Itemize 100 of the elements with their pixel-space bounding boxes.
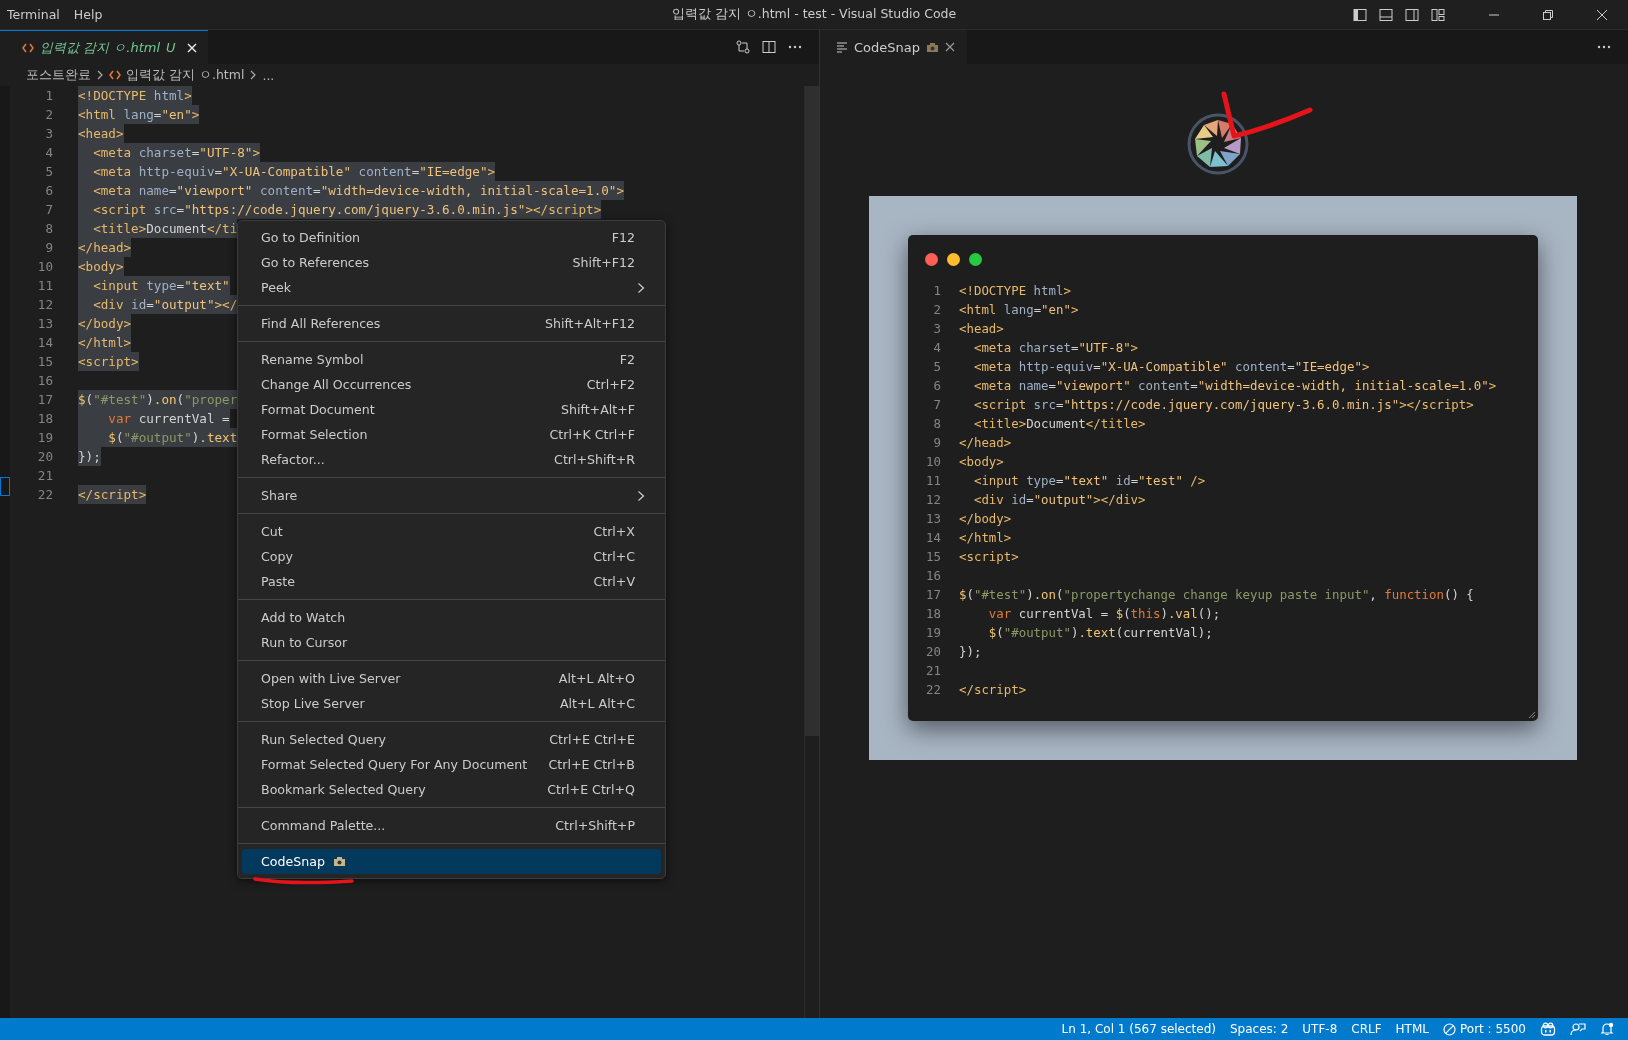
line-number: 10 [37, 258, 53, 276]
line-number: 1 [932, 282, 941, 300]
menu-item[interactable]: Format Selection Ctrl+K Ctrl+F [242, 422, 661, 447]
menu-item[interactable]: Command Palette... Ctrl+Shift+P [242, 813, 661, 838]
cursor-marker [0, 477, 10, 496]
no-entry-icon [1443, 1022, 1456, 1036]
panel-toggle-icon[interactable] [1378, 6, 1394, 23]
menu-item[interactable]: Terminal [7, 7, 60, 22]
line-number: 4 [932, 339, 941, 357]
status-item[interactable]: Port : 5500 [1443, 1022, 1526, 1036]
line-number: 8 [45, 220, 53, 238]
layout-icon[interactable] [1430, 6, 1446, 23]
close-dot [925, 253, 938, 266]
compare-changes-icon[interactable] [735, 39, 751, 55]
breadcrumb-item[interactable]: 입력값 감지 ㅇ.html [126, 66, 245, 84]
line-number: 6 [932, 377, 941, 395]
code-line: <title>Document</title> [972, 415, 1146, 433]
code-line: <script src="https://code.jquery.com/jquery-3.6.0.min.js"></script> [972, 396, 1474, 414]
status-item[interactable]: UTF-8 [1302, 1022, 1338, 1036]
line-number: 11 [925, 472, 941, 490]
menu-item[interactable]: Paste Ctrl+V [242, 569, 661, 594]
menu-item[interactable]: Run to Cursor [242, 630, 661, 655]
code-line: <script> [959, 548, 1019, 566]
split-layout-icon[interactable] [1404, 6, 1420, 23]
window-title: 입력값 감지 ㅇ.html - test - Visual Studio Code [671, 6, 957, 23]
menu-item[interactable]: Bookmark Selected Query Ctrl+E Ctrl+Q [242, 777, 661, 802]
code-line: var currentVal = $(this).val(); [987, 605, 1221, 623]
status-item[interactable]: Ln 1, Col 1 (567 selected) [1061, 1022, 1216, 1036]
status-item[interactable]: HTML [1395, 1022, 1429, 1036]
line-number: 11 [37, 277, 53, 295]
menu-item[interactable]: Open with Live Server Alt+L Alt+O [242, 666, 661, 691]
code-line: <div id="output"></div> [972, 491, 1146, 509]
line-number: 12 [925, 491, 941, 509]
bell-icon[interactable] [1600, 1022, 1614, 1036]
breadcrumb-item[interactable]: ... [262, 67, 275, 83]
menu-item[interactable]: Peek [242, 275, 661, 300]
menu-item[interactable]: Refactor... Ctrl+Shift+R [242, 447, 661, 472]
close-icon[interactable] [1596, 8, 1608, 21]
code-line: <meta name="viewport" content="width=device-width, initial-scale=1.0"> [972, 377, 1497, 395]
split-editor-icon[interactable] [761, 39, 777, 55]
status-item[interactable]: Spaces: 2 [1230, 1022, 1289, 1036]
chevron-icon [96, 70, 104, 80]
menu-item[interactable]: CodeSnap [242, 849, 661, 874]
code-line: <meta http-equiv="X-UA-Compatible" content="IE=edge"> [972, 358, 1370, 376]
menu-item[interactable]: Cut Ctrl+X [242, 519, 661, 544]
line-number: 1 [45, 87, 53, 105]
menu-item[interactable]: Find All References Shift+Alt+F12 [242, 311, 661, 336]
line-number: 22 [37, 486, 53, 504]
menu-item[interactable]: Share [242, 483, 661, 508]
code-line: $("#output").text(currentVal); [987, 624, 1213, 642]
line-number: 5 [45, 163, 53, 181]
preview-tab[interactable]: CodeSnap [820, 30, 967, 64]
restore-icon[interactable] [1542, 8, 1554, 21]
line-number: 19 [925, 624, 941, 642]
line-number: 10 [925, 453, 941, 471]
line-number: 14 [37, 334, 53, 352]
menu-item[interactable]: Go to Definition F12 [242, 225, 661, 250]
code-line: </head> [959, 434, 1012, 452]
editor-tab[interactable]: 입력값 감지 ㅇ.html U [0, 30, 208, 64]
menu-item[interactable]: Run Selected Query Ctrl+E Ctrl+E [242, 727, 661, 752]
preview-icon [836, 41, 848, 53]
line-number: 19 [37, 429, 53, 447]
line-number: 4 [45, 144, 53, 162]
status-item[interactable]: CRLF [1351, 1022, 1382, 1036]
sidebar-toggle-icon[interactable] [1352, 6, 1368, 23]
line-number: 9 [932, 434, 941, 452]
line-number: 12 [37, 296, 53, 314]
line-number: 13 [925, 510, 941, 528]
breadcrumb-item[interactable]: 포스트완료 [26, 66, 91, 84]
code-line: }); [959, 643, 982, 661]
menu-item[interactable]: Add to Watch [242, 605, 661, 630]
line-number: 6 [45, 182, 53, 200]
menu-item[interactable]: Change All Occurrences Ctrl+F2 [242, 372, 661, 397]
menu-item[interactable]: Format Selected Query For Any Document Ctrl+E Ctrl+B [242, 752, 661, 777]
chevron-icon [249, 70, 258, 80]
line-number: 22 [925, 681, 941, 699]
line-number: 21 [925, 662, 941, 680]
menu-item[interactable]: Stop Live Server Alt+L Alt+C [242, 691, 661, 716]
line-number: 8 [932, 415, 941, 433]
code-line: <!DOCTYPE html> [959, 282, 1071, 300]
menu-item[interactable]: Format Document Shift+Alt+F [242, 397, 661, 422]
aperture-logo[interactable] [1186, 112, 1250, 176]
line-number: 15 [925, 548, 941, 566]
menu-item[interactable]: Go to References Shift+F12 [242, 250, 661, 275]
copilot-icon[interactable] [1540, 1022, 1556, 1036]
close-icon[interactable] [945, 42, 955, 52]
line-number: 16 [925, 567, 941, 585]
menu-item[interactable]: Rename Symbol F2 [242, 347, 661, 372]
feedback-icon[interactable] [1570, 1022, 1586, 1036]
menu-item[interactable]: Help [73, 7, 103, 22]
resize-grip-icon[interactable] [1528, 711, 1536, 719]
code-line: </body> [959, 510, 1012, 528]
code-file-icon [109, 70, 121, 80]
code-line: $("#test").on("propertychange change keyup paste input", function() { [959, 586, 1474, 604]
line-number: 3 [45, 125, 53, 143]
code-line: <head> [959, 320, 1004, 338]
camera-icon [926, 41, 939, 53]
line-number: 21 [37, 467, 53, 485]
code-line: </script> [959, 681, 1027, 699]
menu-item[interactable]: Copy Ctrl+C [242, 544, 661, 569]
